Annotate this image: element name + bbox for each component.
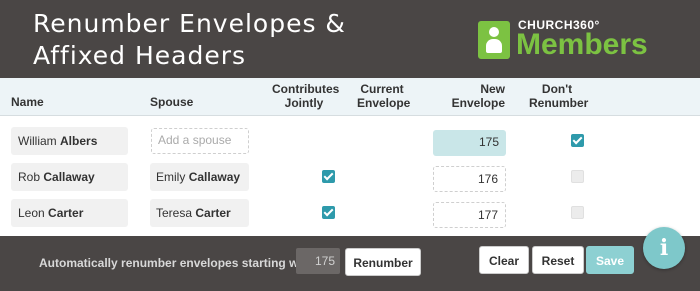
header: Renumber Envelopes & Affixed Headers CHU… bbox=[0, 0, 700, 78]
person-icon bbox=[478, 21, 510, 59]
start-number-input[interactable]: 175 bbox=[296, 248, 340, 274]
column-header-new-envelope: New Envelope bbox=[451, 82, 505, 110]
column-header-spouse: Spouse bbox=[150, 95, 194, 109]
column-header-current-envelope: Current Envelope bbox=[357, 82, 411, 110]
dont-renumber-checkbox[interactable] bbox=[571, 134, 584, 147]
reset-button[interactable]: Reset bbox=[532, 246, 584, 274]
new-envelope-input[interactable]: 177 bbox=[433, 202, 506, 228]
contributes-jointly-checkbox[interactable] bbox=[322, 170, 335, 183]
spouse-name: Teresa Carter bbox=[150, 199, 249, 227]
clear-button[interactable]: Clear bbox=[479, 246, 529, 274]
page-title-line1: Renumber Envelopes & bbox=[33, 9, 346, 38]
info-icon[interactable]: i bbox=[643, 227, 685, 269]
dont-renumber-checkbox[interactable] bbox=[571, 206, 584, 219]
renumber-button[interactable]: Renumber bbox=[345, 248, 421, 276]
column-header-dont-renumber: Don't Renumber bbox=[529, 82, 589, 110]
add-spouse-field[interactable]: Add a spouse bbox=[151, 128, 249, 154]
column-header-name: Name bbox=[11, 95, 44, 109]
save-button[interactable]: Save bbox=[586, 246, 634, 274]
new-envelope-input[interactable]: 176 bbox=[433, 166, 506, 192]
footer-bar: Automatically renumber envelopes startin… bbox=[0, 236, 700, 291]
column-header-contributes-jointly: Contributes Jointly bbox=[272, 82, 340, 110]
table-row: Rob Callaway Emily Callaway 176 bbox=[0, 163, 700, 192]
spouse-name: Emily Callaway bbox=[150, 163, 249, 191]
page-title-line2: Affixed Headers bbox=[33, 41, 247, 70]
new-envelope-input[interactable]: 175 bbox=[433, 130, 506, 156]
member-name: William Albers bbox=[11, 127, 128, 155]
page-title: Renumber Envelopes & Affixed Headers bbox=[33, 8, 433, 72]
auto-renumber-label: Automatically renumber envelopes startin… bbox=[39, 256, 314, 270]
contributes-jointly-checkbox[interactable] bbox=[322, 206, 335, 219]
member-name: Leon Carter bbox=[11, 199, 128, 227]
member-name: Rob Callaway bbox=[11, 163, 128, 191]
logo-product-text: Members bbox=[516, 28, 648, 61]
table-row: Leon Carter Teresa Carter 177 bbox=[0, 199, 700, 228]
dont-renumber-checkbox[interactable] bbox=[571, 170, 584, 183]
table-row: William Albers Add a spouse 175 bbox=[0, 127, 700, 156]
table-header: Name Spouse Contributes Jointly Current En… bbox=[0, 78, 700, 116]
